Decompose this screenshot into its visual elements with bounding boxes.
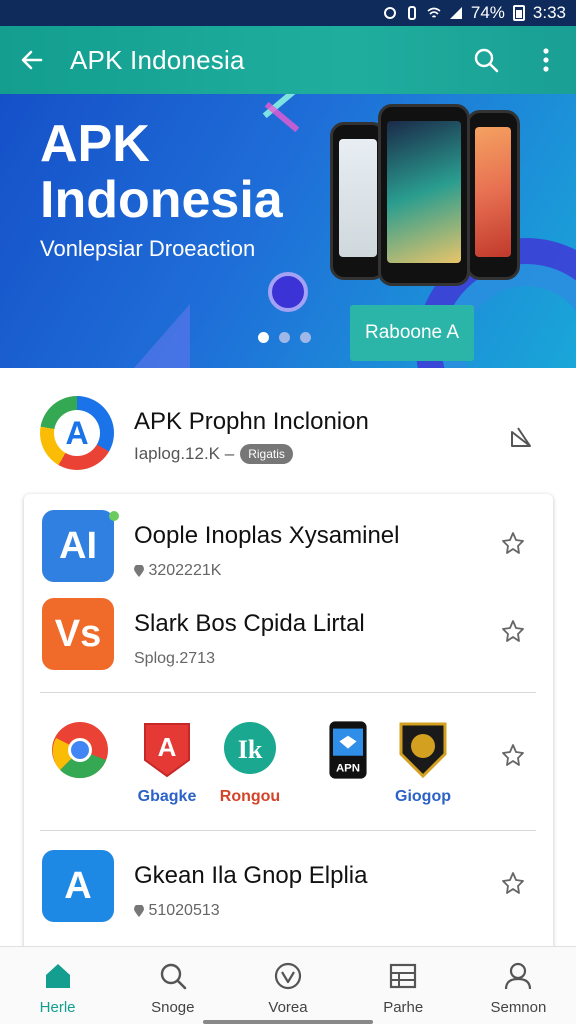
nav-label: Herle — [39, 999, 76, 1016]
status-time: 3:33 — [532, 3, 566, 22]
nav-item-list[interactable]: Parhe — [346, 947, 461, 1024]
app-icon: A — [42, 850, 114, 922]
bookmark-icon[interactable] — [500, 870, 526, 896]
list-item-subtitle: 3202221K — [134, 562, 221, 580]
search-icon — [474, 48, 499, 73]
ik-icon: Ik — [224, 722, 276, 774]
nav-label: Snoge — [151, 999, 195, 1016]
list-item-title: Oople Inoplas Xysaminel — [134, 522, 400, 549]
home-indicator[interactable] — [203, 1020, 373, 1024]
search-button[interactable] — [456, 26, 516, 94]
vibrate-icon — [407, 6, 416, 20]
more-vert-icon — [543, 48, 549, 72]
location-icon — [134, 903, 144, 917]
person-icon — [505, 962, 532, 990]
battery-icon — [512, 5, 525, 21]
phone-apn-icon: APN — [329, 721, 367, 779]
status-badge: Rigatis — [240, 444, 293, 464]
banner-title: APK Indonesia — [40, 116, 283, 228]
app-logo-icon: A — [40, 396, 114, 470]
back-button[interactable] — [0, 26, 64, 94]
mini-app-label: Gbagke — [137, 788, 197, 805]
share-icon[interactable] — [506, 422, 536, 452]
battery-percent: 74% — [470, 3, 505, 22]
signal-icon — [449, 7, 462, 19]
status-bar: 74% 3:33 — [0, 0, 576, 26]
mini-app-label: Giogop — [395, 788, 451, 805]
decoration — [120, 304, 190, 368]
list-icon — [390, 963, 417, 989]
wifi-icon — [427, 7, 441, 18]
chrome-icon — [52, 722, 108, 779]
carousel-dot[interactable] — [300, 332, 311, 343]
nav-label: Parhe — [383, 999, 424, 1016]
bookmark-icon[interactable] — [500, 530, 526, 556]
bottom-navigation: Herle Snoge Vorea Parhe Semnon — [0, 946, 576, 1024]
mini-app[interactable]: Ik Rongou — [210, 720, 290, 806]
featured-app-stats: Iaplog.12.K – — [134, 444, 235, 463]
list-item-subtitle: 51020513 — [134, 902, 220, 920]
nav-item-profile[interactable]: Semnon — [461, 947, 576, 1024]
nav-label: Vorea — [268, 999, 308, 1016]
list-item-title: Gkean Ila Gnop Elplia — [134, 862, 368, 889]
promo-banner[interactable]: APK Indonesia Vonlepsiar Droeaction Rabo… — [0, 94, 576, 368]
list-item[interactable]: AI Oople Inoplas Xysaminel 3202221K — [24, 494, 553, 584]
app-icon: Vs — [42, 598, 114, 670]
carousel-dot[interactable] — [258, 332, 269, 343]
mini-app[interactable]: APN — [308, 720, 388, 780]
app-logo-inner: A — [54, 410, 100, 456]
carousel-dot[interactable] — [279, 332, 290, 343]
home-icon — [45, 964, 70, 988]
app-bar: APK Indonesia — [0, 26, 576, 94]
banner-subtitle: Vonlepsiar Droeaction — [40, 236, 256, 261]
notification-icon — [383, 7, 396, 19]
mini-app-label: APN — [336, 762, 360, 774]
app-list-card: AI Oople Inoplas Xysaminel 3202221K Vs S… — [24, 494, 553, 954]
nav-item-home[interactable]: Herle — [0, 947, 115, 1024]
mini-app-label: Rongou — [219, 788, 281, 805]
mini-app[interactable]: Giogop — [383, 720, 463, 806]
list-item-subtitle-text: 3202221K — [148, 562, 222, 579]
featured-app-meta: Iaplog.12.K – Rigatis — [134, 444, 293, 464]
app-icons-row: A Gbagke Ik Rongou APN Giogop — [24, 706, 553, 826]
mini-app[interactable]: A Gbagke — [127, 720, 207, 806]
list-item[interactable]: Vs Slark Bos Cpida Lirtal Splog.2713 — [24, 582, 553, 672]
list-item-subtitle-text: 51020513 — [148, 902, 220, 919]
list-item[interactable]: A Gkean Ila Gnop Elplia 51020513 — [24, 834, 553, 924]
divider — [40, 692, 536, 693]
featured-app[interactable]: A APK Prophn Inclonion Iaplog.12.K – Rig… — [0, 368, 576, 488]
phone-image — [378, 104, 470, 286]
nav-item-search[interactable]: Snoge — [115, 947, 230, 1024]
banner-title-line2: Indonesia — [40, 171, 283, 229]
bookmark-icon[interactable] — [500, 742, 526, 768]
pin-icon — [109, 511, 119, 521]
phone-image — [466, 110, 520, 280]
banner-circle-icon — [268, 272, 308, 312]
shield-a-icon: A — [144, 723, 190, 778]
nav-item-favorites[interactable]: Vorea — [230, 947, 345, 1024]
bookmark-icon[interactable] — [500, 618, 526, 644]
list-item-title: Slark Bos Cpida Lirtal — [134, 610, 365, 637]
list-item-subtitle: Splog.2713 — [134, 650, 215, 667]
svg-text:A: A — [158, 732, 177, 762]
overflow-menu-button[interactable] — [516, 26, 576, 94]
app-bar-title: APK Indonesia — [70, 44, 245, 75]
banner-title-line1: APK — [40, 115, 150, 173]
app-icon: AI — [42, 510, 114, 582]
carousel-indicator[interactable] — [258, 332, 311, 343]
nav-label: Semnon — [490, 999, 547, 1016]
badge-gold-icon — [399, 722, 447, 779]
location-icon — [134, 563, 144, 577]
arrow-left-icon — [21, 50, 43, 70]
svg-text:Ik: Ik — [238, 735, 263, 764]
search-icon — [160, 963, 187, 990]
divider — [40, 830, 536, 831]
mini-app[interactable] — [40, 720, 120, 780]
banner-button[interactable]: Raboone A — [350, 305, 474, 361]
heart-icon — [274, 962, 302, 990]
featured-app-name: APK Prophn Inclonion — [134, 408, 369, 435]
